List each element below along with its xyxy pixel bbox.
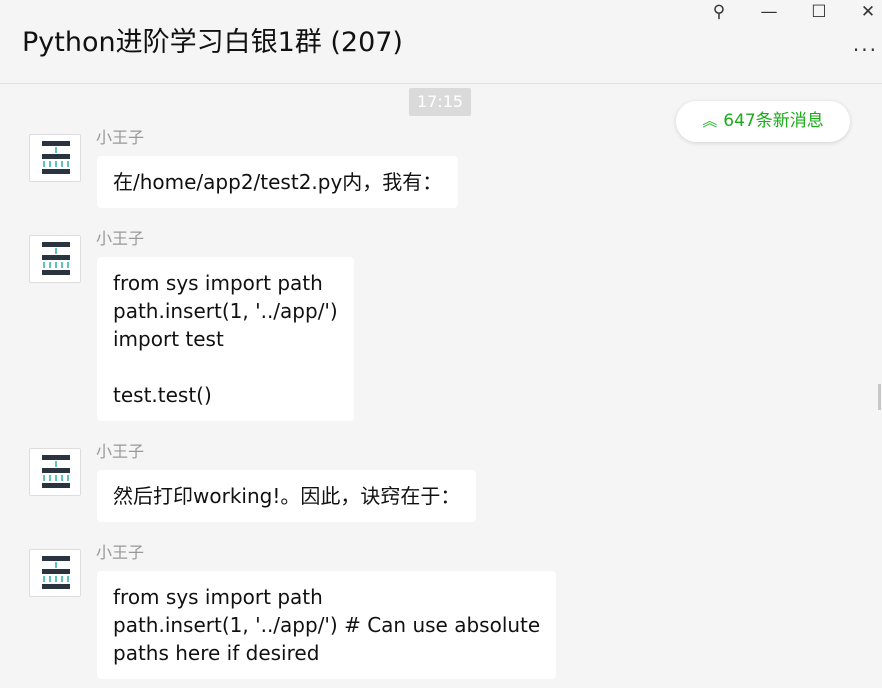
- chat-title: Python进阶学习白银1群 (207): [22, 27, 403, 58]
- message-bubble[interactable]: 然后打印working!。因此，诀窍在于：: [97, 470, 477, 522]
- message-bubble[interactable]: 在/home/app2/test2.py内，我有：: [97, 156, 459, 208]
- avatar[interactable]: [29, 235, 81, 283]
- double-chevron-up-icon: ︽: [702, 112, 718, 130]
- chat-messages[interactable]: 17:15 ︽ 647条新消息 小王子 在/home/app2/test2.py内…: [0, 84, 882, 688]
- message-bubble[interactable]: from sys import path path.insert(1, '../…: [97, 571, 557, 679]
- new-messages-button[interactable]: ︽ 647条新消息: [676, 101, 850, 142]
- sender-name: 小王子: [96, 543, 145, 562]
- message-bubble[interactable]: from sys import path path.insert(1, '../…: [97, 257, 354, 421]
- maximize-icon[interactable]: ☐: [806, 2, 832, 22]
- title-bar: Python进阶学习白银1群 (207) ⚲ — ☐ ✕ ···: [0, 0, 882, 84]
- sender-name: 小王子: [96, 442, 145, 461]
- avatar[interactable]: [29, 134, 81, 182]
- sender-name: 小王子: [96, 229, 145, 248]
- sender-name: 小王子: [96, 128, 145, 147]
- timestamp: 17:15: [409, 88, 471, 116]
- avatar[interactable]: [29, 448, 81, 496]
- close-icon[interactable]: ✕: [855, 2, 881, 22]
- new-messages-label: 647条新消息: [723, 111, 824, 131]
- scrollbar[interactable]: [878, 384, 881, 410]
- pin-icon[interactable]: ⚲: [706, 2, 732, 22]
- avatar[interactable]: [29, 549, 81, 597]
- more-icon[interactable]: ···: [853, 38, 878, 62]
- minimize-icon[interactable]: —: [756, 2, 782, 22]
